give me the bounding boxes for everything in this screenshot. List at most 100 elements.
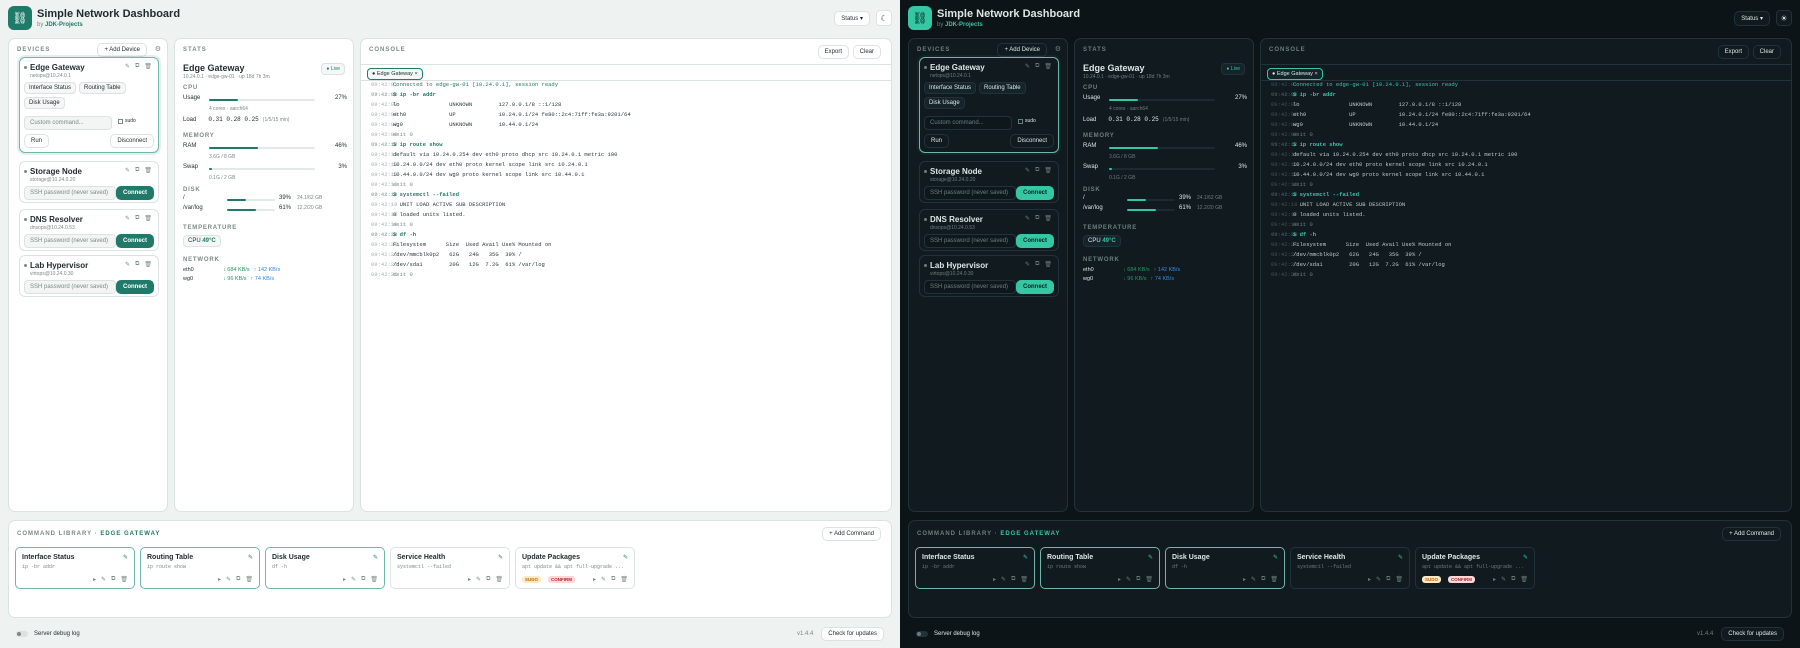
- connect-button[interactable]: Connect: [116, 280, 154, 294]
- command-card[interactable]: Disk Usage df -h ✎ ▸ ✎ ⧉ 🗑: [1165, 547, 1285, 589]
- ssh-password-input[interactable]: SSH password (never saved): [24, 186, 116, 200]
- checkbox-box[interactable]: [118, 118, 123, 124]
- close-icon[interactable]: ×: [1314, 71, 1317, 77]
- play-icon[interactable]: ▸: [1243, 576, 1246, 583]
- custom-command-input[interactable]: Custom command...: [924, 116, 1012, 130]
- duplicate-icon[interactable]: ⧉: [135, 63, 139, 70]
- add-command-button[interactable]: + Add Command: [822, 527, 881, 541]
- ssh-password-input[interactable]: SSH password (never saved): [24, 234, 116, 248]
- edit-icon[interactable]: ✎: [1025, 167, 1030, 174]
- duplicate-icon[interactable]: ⧉: [361, 576, 365, 583]
- device-card[interactable]: Edge Gateway netops@10.24.0.1 ✎ ⧉ 🗑 Interface…: [19, 57, 159, 153]
- command-card[interactable]: Interface Status ip -br addr ✎ ▸ ✎ ⧉ 🗑: [915, 547, 1035, 589]
- duplicate-icon[interactable]: ⧉: [486, 576, 490, 583]
- pin-icon[interactable]: ✎: [373, 554, 378, 561]
- add-device-button[interactable]: + Add Device: [97, 43, 147, 57]
- play-icon[interactable]: ▸: [218, 576, 221, 583]
- play-icon[interactable]: ▸: [593, 576, 596, 583]
- debug-log-toggle[interactable]: [16, 631, 28, 637]
- edit-icon[interactable]: ✎: [1501, 576, 1506, 583]
- connect-button[interactable]: Connect: [1016, 186, 1054, 200]
- trash-icon[interactable]: 🗑: [370, 576, 378, 583]
- edit-icon[interactable]: ✎: [125, 261, 130, 268]
- connect-button[interactable]: Connect: [1016, 280, 1054, 294]
- edit-icon[interactable]: ✎: [125, 63, 130, 70]
- ssh-password-input[interactable]: SSH password (never saved): [924, 234, 1016, 248]
- connect-button[interactable]: Connect: [1016, 234, 1054, 248]
- connect-button[interactable]: Connect: [116, 234, 154, 248]
- quick-command-chip[interactable]: Disk Usage: [24, 97, 65, 109]
- duplicate-icon[interactable]: ⧉: [1035, 167, 1039, 174]
- pin-icon[interactable]: ✎: [623, 554, 628, 561]
- edit-icon[interactable]: ✎: [601, 576, 606, 583]
- settings-gear-icon[interactable]: ⚙: [155, 45, 161, 53]
- trash-icon[interactable]: 🗑: [1044, 167, 1052, 174]
- trash-icon[interactable]: 🗑: [1395, 576, 1403, 583]
- duplicate-icon[interactable]: ⧉: [1011, 576, 1015, 583]
- console-tab-edge-gateway[interactable]: ● Edge Gateway ×: [1267, 68, 1323, 80]
- duplicate-icon[interactable]: ⧉: [135, 167, 139, 174]
- sudo-checkbox[interactable]: sudo: [118, 118, 136, 124]
- pin-icon[interactable]: ✎: [123, 554, 128, 561]
- close-icon[interactable]: ×: [414, 71, 417, 77]
- edit-icon[interactable]: ✎: [101, 576, 106, 583]
- play-icon[interactable]: ▸: [1118, 576, 1121, 583]
- disconnect-button[interactable]: Disconnect: [1010, 134, 1054, 148]
- device-card[interactable]: Lab Hypervisor virtops@10.24.0.30 ✎ ⧉ 🗑 SSH p…: [19, 255, 159, 297]
- ssh-password-input[interactable]: SSH password (never saved): [924, 186, 1016, 200]
- export-button[interactable]: Export: [1717, 45, 1749, 59]
- sun-icon[interactable]: ☀: [1776, 10, 1792, 26]
- run-button[interactable]: Run: [924, 134, 950, 148]
- device-card[interactable]: Lab Hypervisor virtops@10.24.0.30 ✎ ⧉ 🗑 SSH p…: [919, 255, 1059, 297]
- check-updates-button[interactable]: Check for updates: [1721, 627, 1784, 641]
- trash-icon[interactable]: 🗑: [1520, 576, 1528, 583]
- trash-icon[interactable]: 🗑: [144, 167, 152, 174]
- trash-icon[interactable]: 🗑: [144, 215, 152, 222]
- edit-icon[interactable]: ✎: [125, 215, 130, 222]
- quick-command-chip[interactable]: Interface Status: [24, 82, 77, 94]
- trash-icon[interactable]: 🗑: [1044, 215, 1052, 222]
- edit-icon[interactable]: ✎: [1025, 63, 1030, 70]
- debug-log-toggle[interactable]: [916, 631, 928, 637]
- edit-icon[interactable]: ✎: [351, 576, 356, 583]
- command-card[interactable]: Routing Table ip route show ✎ ▸ ✎ ⧉ 🗑: [1040, 547, 1160, 589]
- command-card[interactable]: Routing Table ip route show ✎ ▸ ✎ ⧉ 🗑: [140, 547, 260, 589]
- duplicate-icon[interactable]: ⧉: [111, 576, 115, 583]
- trash-icon[interactable]: 🗑: [1145, 576, 1153, 583]
- pin-icon[interactable]: ✎: [1023, 554, 1028, 561]
- device-card[interactable]: DNS Resolver dnsops@10.24.0.53 ✎ ⧉ 🗑 SSH pass…: [919, 209, 1059, 251]
- quick-command-chip[interactable]: Disk Usage: [924, 97, 965, 109]
- pin-icon[interactable]: ✎: [1398, 554, 1403, 561]
- device-card[interactable]: Edge Gateway netops@10.24.0.1 ✎ ⧉ 🗑 Interface…: [919, 57, 1059, 153]
- play-icon[interactable]: ▸: [468, 576, 471, 583]
- edit-icon[interactable]: ✎: [1001, 576, 1006, 583]
- play-icon[interactable]: ▸: [1368, 576, 1371, 583]
- add-command-button[interactable]: + Add Command: [1722, 527, 1781, 541]
- edit-icon[interactable]: ✎: [1376, 576, 1381, 583]
- edit-icon[interactable]: ✎: [1025, 215, 1030, 222]
- command-card[interactable]: Update Packages apt update && apt full-up…: [1415, 547, 1535, 589]
- duplicate-icon[interactable]: ⧉: [135, 215, 139, 222]
- device-card[interactable]: DNS Resolver dnsops@10.24.0.53 ✎ ⧉ 🗑 SSH pass…: [19, 209, 159, 251]
- pin-icon[interactable]: ✎: [248, 554, 253, 561]
- trash-icon[interactable]: 🗑: [1020, 576, 1028, 583]
- disconnect-button[interactable]: Disconnect: [110, 134, 154, 148]
- author-link[interactable]: JDK-Projects: [945, 22, 983, 28]
- command-card[interactable]: Service Health systemctl --failed ✎ ▸ ✎ ⧉ 🗑: [390, 547, 510, 589]
- trash-icon[interactable]: 🗑: [1270, 576, 1278, 583]
- quick-command-chip[interactable]: Interface Status: [924, 82, 977, 94]
- trash-icon[interactable]: 🗑: [1044, 261, 1052, 268]
- check-updates-button[interactable]: Check for updates: [821, 627, 884, 641]
- duplicate-icon[interactable]: ⧉: [135, 261, 139, 268]
- custom-command-input[interactable]: Custom command...: [24, 116, 112, 130]
- command-card[interactable]: Interface Status ip -br addr ✎ ▸ ✎ ⧉ 🗑: [15, 547, 135, 589]
- duplicate-icon[interactable]: ⧉: [1035, 261, 1039, 268]
- checkbox-box[interactable]: [1018, 118, 1023, 124]
- quick-command-chip[interactable]: Routing Table: [79, 82, 126, 94]
- duplicate-icon[interactable]: ⧉: [1511, 576, 1515, 583]
- status-dropdown[interactable]: Status ▾: [834, 10, 870, 26]
- pin-icon[interactable]: ✎: [1523, 554, 1528, 561]
- trash-icon[interactable]: 🗑: [120, 576, 128, 583]
- author-link[interactable]: JDK-Projects: [45, 22, 83, 28]
- clear-button[interactable]: Clear: [1752, 45, 1781, 59]
